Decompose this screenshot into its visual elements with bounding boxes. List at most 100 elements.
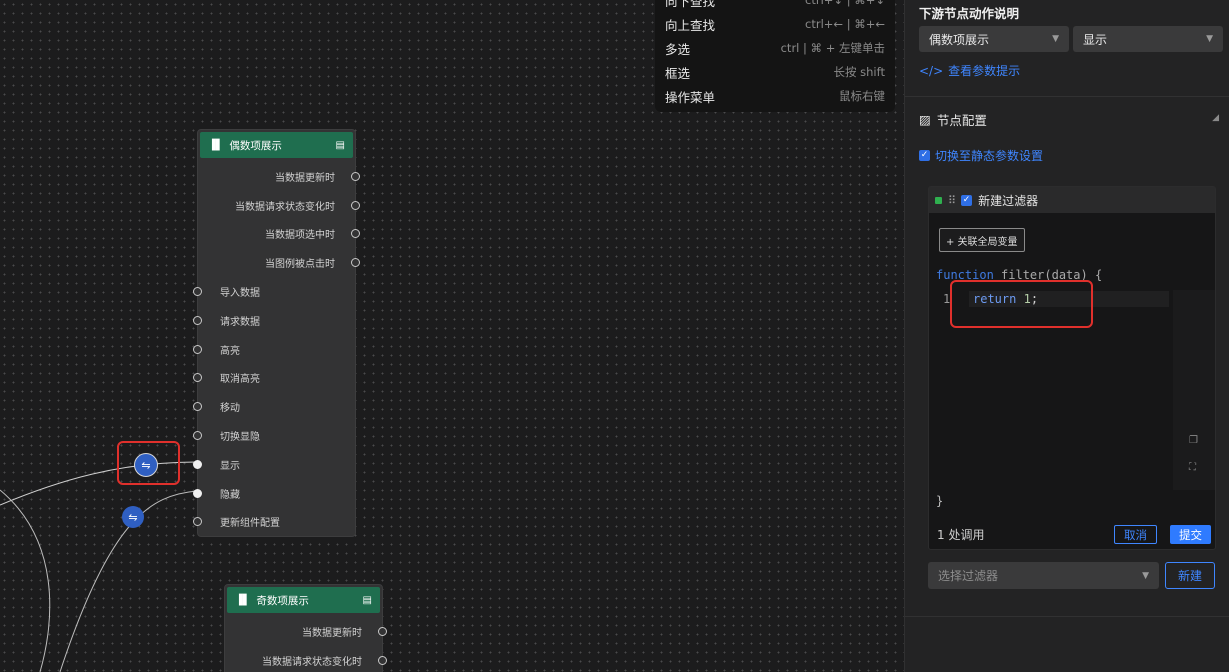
node-config-header[interactable]: ▨ 节点配置: [919, 110, 987, 129]
input-port[interactable]: [193, 431, 202, 441]
output-port-row[interactable]: 当数据请求状态变化时: [225, 646, 387, 672]
param-hint-link[interactable]: </> 查看参数提示: [919, 62, 1020, 79]
input-port[interactable]: [193, 315, 202, 325]
status-dot: [935, 196, 942, 204]
chart-icon: ▐▌: [235, 594, 251, 606]
node-header[interactable]: ▐▌ 奇数项展示 ▤: [227, 587, 380, 613]
filter-header: ⠿ ✓ 新建过滤器: [929, 187, 1215, 213]
node-title: 偶数项展示: [229, 139, 282, 152]
input-port[interactable]: [193, 488, 202, 498]
fullscreen-icon[interactable]: ⛶: [1189, 462, 1196, 473]
port-label: 显示: [220, 460, 240, 472]
image-icon: ▨: [919, 112, 931, 127]
filter-select[interactable]: 选择过滤器 ▼: [928, 562, 1159, 589]
port-label: 当数据项选中时: [265, 230, 335, 242]
chart-icon: ▐▌: [208, 139, 224, 151]
document-icon[interactable]: ▤: [363, 595, 372, 606]
input-port-row[interactable]: 隐藏: [193, 479, 355, 508]
node-header[interactable]: ▐▌ 偶数项展示 ▤: [200, 132, 353, 158]
port-label: 隐藏: [220, 489, 240, 501]
input-port-row[interactable]: 切换显隐: [193, 421, 355, 450]
input-port-row[interactable]: 高亮: [193, 335, 355, 364]
shortcut-label: 向上查找: [665, 17, 716, 33]
shortcut-key: 长按 shift: [833, 65, 886, 79]
shortcut-key: ctrl+↓ | ⌘+↓: [805, 0, 885, 7]
input-port-row[interactable]: 移动: [193, 392, 355, 421]
input-port[interactable]: [193, 402, 202, 412]
drag-handle-icon[interactable]: ⠿: [948, 194, 956, 207]
shortcut-row: 框选 长按 shift: [665, 60, 885, 84]
input-port[interactable]: [193, 287, 202, 297]
static-switch-link[interactable]: ✓ 切换至静态参数设置: [919, 147, 1043, 164]
input-port[interactable]: [193, 344, 202, 354]
cancel-button[interactable]: 取消: [1114, 525, 1157, 544]
node-select[interactable]: 偶数项展示 ▼: [919, 26, 1069, 52]
chevron-down-icon: ▼: [1142, 570, 1149, 581]
chevron-down-icon[interactable]: ◢: [1212, 113, 1219, 123]
shortcut-row: 多选 ctrl | ⌘ + 左键单击: [665, 36, 885, 60]
global-var-button[interactable]: + 关联全局变量: [939, 228, 1025, 252]
checkbox-icon: ✓: [919, 150, 930, 161]
chevron-down-icon: ▼: [1052, 34, 1059, 44]
output-port-row[interactable]: 当数据请求状态变化时: [198, 191, 360, 220]
port-label: 当数据请求状态变化时: [235, 201, 335, 213]
static-switch-label: 切换至静态参数设置: [935, 149, 1044, 163]
node-odd-display[interactable]: ▐▌ 奇数项展示 ▤ 当数据更新时 当数据请求状态变化时: [224, 584, 387, 672]
output-port[interactable]: [351, 171, 360, 181]
input-port-row[interactable]: 请求数据: [193, 306, 355, 335]
right-config-panel: 下游节点动作说明 偶数项展示 ▼ 显示 ▼ </> 查看参数提示 ▨ 节点配置 …: [904, 0, 1229, 672]
filter-select-placeholder: 选择过滤器: [938, 569, 999, 583]
new-filter-button[interactable]: 新建: [1165, 562, 1215, 589]
input-port[interactable]: [193, 459, 202, 469]
output-port-row[interactable]: 当数据更新时: [225, 617, 387, 646]
port-label: 当图例被点击时: [265, 259, 335, 271]
shortcut-row: 操作菜单 鼠标右键: [665, 84, 885, 108]
shortcut-key: ctrl | ⌘ + 左键单击: [780, 41, 885, 55]
port-label: 高亮: [220, 345, 240, 357]
shortcut-row: 向上查找 ctrl+← | ⌘+←: [665, 12, 885, 36]
code-icon: </>: [919, 63, 944, 78]
filter-icon[interactable]: ⇋: [122, 506, 144, 528]
port-label: 当数据更新时: [302, 627, 362, 639]
action-select[interactable]: 显示 ▼: [1073, 26, 1223, 52]
shortcut-panel: 向下查找 ctrl+↓ | ⌘+↓ 向上查找 ctrl+← | ⌘+← 多选 ctrl…: [655, 0, 895, 112]
input-port-row[interactable]: 取消高亮: [193, 364, 355, 393]
minimap[interactable]: [1173, 290, 1215, 490]
shortcut-label: 操作菜单: [665, 89, 716, 105]
output-port-row[interactable]: 当数据项选中时: [198, 220, 360, 249]
input-port[interactable]: [193, 373, 202, 383]
filter-name[interactable]: 新建过滤器: [978, 192, 1038, 209]
output-port[interactable]: [378, 655, 387, 665]
output-port[interactable]: [378, 626, 387, 636]
input-port-row[interactable]: 导入数据: [193, 277, 355, 306]
shortcut-label: 向下查找: [665, 0, 716, 9]
chevron-down-icon: ▼: [1206, 34, 1213, 44]
output-port-row[interactable]: 当数据更新时: [198, 162, 360, 191]
document-icon[interactable]: ▤: [336, 140, 345, 151]
function-close: }: [936, 494, 944, 508]
divider: [905, 616, 1229, 617]
action-select-value: 显示: [1083, 32, 1108, 47]
highlight-box: [950, 280, 1093, 328]
port-label: 当数据更新时: [275, 172, 335, 184]
input-port[interactable]: [193, 517, 202, 527]
divider: [905, 96, 1229, 97]
port-label: 取消高亮: [220, 374, 260, 386]
port-label: 切换显隐: [220, 432, 260, 444]
input-port-row[interactable]: 显示: [193, 450, 355, 479]
node-title: 奇数项展示: [256, 594, 309, 607]
filter-enable-checkbox[interactable]: ✓: [961, 194, 973, 206]
copy-icon[interactable]: ❐: [1189, 435, 1198, 446]
output-port[interactable]: [351, 200, 360, 210]
node-even-display[interactable]: ▐▌ 偶数项展示 ▤ 当数据更新时 当数据请求状态变化时 当数据项选中时 当图例…: [193, 129, 360, 537]
output-port-row[interactable]: 当图例被点击时: [198, 248, 360, 277]
port-label: 更新组件配置: [220, 518, 280, 530]
submit-button[interactable]: 提交: [1170, 525, 1211, 544]
shortcut-key: ctrl+← | ⌘+←: [805, 17, 885, 31]
input-port-row[interactable]: 更新组件配置: [193, 508, 355, 537]
shortcut-label: 多选: [665, 41, 691, 57]
port-label: 导入数据: [220, 288, 260, 300]
flow-canvas[interactable]: 向下查找 ctrl+↓ | ⌘+↓ 向上查找 ctrl+← | ⌘+← 多选 ctrl…: [0, 0, 904, 672]
downstream-title: 下游节点动作说明: [919, 6, 1020, 21]
port-label: 当数据请求状态变化时: [262, 656, 362, 668]
